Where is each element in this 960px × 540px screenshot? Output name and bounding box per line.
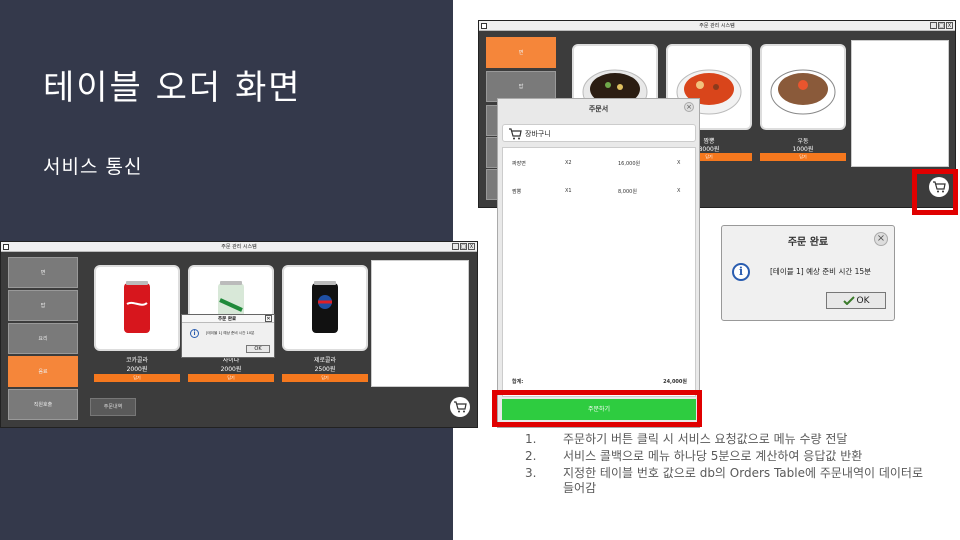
order-sheet-dialog: 주문서 × 장바구니 짜장면 X2 16,000원 X 짬뽕 X1 8,000원…	[497, 98, 700, 428]
order-complete-close-button[interactable]: ×	[874, 232, 888, 246]
small-info-icon: i	[190, 329, 199, 338]
total-label: 합계:	[512, 379, 524, 385]
maximize-button[interactable]: □	[460, 243, 467, 250]
top-window-title: 주문 관리 시스템	[699, 23, 735, 29]
app-window-icon	[481, 23, 487, 29]
small-dialog-message: [테이블 1] 예상 준비 시간 10분	[206, 331, 255, 335]
order-item-price: 8,000원	[618, 189, 637, 195]
product-card-cola[interactable]	[94, 265, 180, 351]
note-number: 3.	[525, 466, 537, 480]
sidebar-item-dish[interactable]: 요리	[8, 323, 78, 354]
minimize-button[interactable]: _	[452, 243, 459, 250]
close-button[interactable]: X	[468, 243, 475, 250]
pepsi-can-icon	[312, 281, 338, 333]
note-number: 1.	[525, 432, 537, 446]
note-item: 1. 주문하기 버튼 클릭 시 서비스 요청값으로 메뉴 수량 전달	[525, 432, 935, 447]
small-dialog-titlebar: 주문 완료 ✕	[182, 315, 274, 323]
empty-product-slot	[851, 40, 949, 167]
product-card-udon[interactable]	[760, 44, 846, 130]
order-list: 짜장면 X2 16,000원 X 짬뽕 X1 8,000원 X 합계: 24,0…	[502, 147, 696, 397]
order-item-name: 짬뽕	[512, 189, 522, 195]
small-dialog-close-button[interactable]: ✕	[265, 315, 272, 322]
sidebar-item-rice[interactable]: 밥	[8, 290, 78, 321]
top-sidebar-noodle[interactable]: 면	[486, 37, 556, 68]
slide-subtitle: 서비스 통신	[43, 156, 143, 178]
note-number: 2.	[525, 449, 537, 463]
cart-header: 장바구니	[502, 124, 696, 142]
remove-item-button[interactable]: X	[677, 160, 680, 166]
sidebar-label: 직원호출	[33, 402, 53, 408]
cart-label: 장바구니	[525, 130, 551, 138]
sidebar-item-call-staff[interactable]: 직원호출	[8, 389, 78, 420]
window-controls: _ □ X	[930, 22, 953, 29]
cola-can-icon	[124, 281, 150, 333]
minimize-button[interactable]: _	[930, 22, 937, 29]
close-button[interactable]: X	[946, 22, 953, 29]
note-text: 서비스 콜백으로 메뉴 하나당 5분으로 계산하여 응답값 반환	[563, 449, 863, 463]
maximize-button[interactable]: □	[938, 22, 945, 29]
order-sheet-title: 주문서	[588, 105, 609, 113]
sidebar-label: 밥	[518, 84, 524, 90]
top-window-titlebar: 주문 관리 시스템 _ □ X	[479, 21, 955, 31]
note-text: 지정한 테이블 번호 값으로 db의 Orders Table에 주문내역이 데…	[563, 466, 924, 495]
order-item-qty: X1	[565, 188, 572, 194]
product-card-zero-cola[interactable]	[282, 265, 368, 351]
product-price-udon: 1000원	[792, 146, 814, 153]
product-price-cola: 2000원	[126, 366, 148, 373]
checkmark-icon	[842, 296, 855, 305]
sidebar-label: 음료	[38, 369, 48, 375]
empty-product-slot	[371, 260, 469, 387]
order-history-button[interactable]: 주문내역	[90, 398, 136, 416]
product-name-cola: 코카콜라	[125, 357, 149, 364]
add-button-udon[interactable]: 담기	[760, 153, 846, 161]
note-item: 3. 지정한 테이블 번호 값으로 db의 Orders Table에 주문내역이…	[525, 466, 935, 496]
sidebar-label: 면	[518, 50, 524, 56]
order-row: 짬뽕 X1 8,000원 X	[503, 188, 697, 198]
order-complete-title: 주문 완료	[787, 237, 829, 248]
cart-button[interactable]	[450, 397, 470, 417]
sidebar-label: 면	[40, 270, 46, 276]
small-order-complete-dialog: 주문 완료 ✕ i [테이블 1] 예상 준비 시간 10분 OK	[181, 314, 275, 358]
sidebar-item-drink[interactable]: 음료	[8, 356, 78, 387]
order-item-name: 짜장면	[512, 161, 526, 167]
bottom-app-window: 주문 관리 시스템 _ □ X 면 밥 요리 음료 직원호출 코카콜라 2000…	[0, 241, 478, 428]
remove-item-button[interactable]: X	[677, 188, 680, 194]
cart-icon	[454, 401, 467, 413]
order-sheet-close-button[interactable]: ×	[684, 102, 694, 112]
bottom-window-title: 주문 관리 시스템	[221, 244, 257, 250]
product-price-zero-cola: 2500원	[314, 366, 336, 373]
window-controls: _ □ X	[452, 243, 475, 250]
order-row: 짜장면 X2 16,000원 X	[503, 160, 697, 170]
slide-title: 테이블 오더 화면	[43, 68, 302, 108]
add-button-sprite[interactable]: 담기	[188, 374, 274, 382]
small-ok-label: OK	[254, 346, 262, 352]
bottom-window-titlebar: 주문 관리 시스템 _ □ X	[1, 242, 477, 252]
add-button-zero-cola[interactable]: 담기	[282, 374, 368, 382]
shopping-cart-icon	[509, 128, 522, 140]
info-icon: i	[732, 263, 750, 281]
cart-highlight-box	[912, 169, 958, 215]
app-window-icon	[3, 244, 9, 250]
small-dialog-title: 주문 완료	[218, 317, 237, 322]
order-complete-ok-button[interactable]: OK	[826, 292, 886, 309]
product-name-zero-cola: 제로콜라	[313, 357, 337, 364]
udon-icon	[770, 69, 836, 115]
ok-label: OK	[856, 295, 870, 306]
note-text: 주문하기 버튼 클릭 시 서비스 요청값으로 메뉴 수량 전달	[563, 432, 848, 446]
sidebar-label: 밥	[40, 303, 46, 309]
order-complete-dialog: 주문 완료 × i [테이블 1] 예상 준비 시간 15분 OK	[721, 225, 895, 321]
sidebar-label: 요리	[38, 336, 48, 342]
order-item-qty: X2	[565, 160, 572, 166]
note-item: 2. 서비스 콜백으로 메뉴 하나당 5분으로 계산하여 응답값 반환	[525, 449, 935, 464]
small-dialog-ok-button[interactable]: OK	[246, 345, 270, 353]
add-button-cola[interactable]: 담기	[94, 374, 180, 382]
order-complete-message: [테이블 1] 예상 준비 시간 15분	[770, 267, 872, 276]
order-button-highlight-box	[492, 390, 702, 427]
implementation-notes: 1. 주문하기 버튼 클릭 시 서비스 요청값으로 메뉴 수량 전달 2. 서비스 …	[525, 432, 935, 498]
sidebar-item-noodle[interactable]: 면	[8, 257, 78, 288]
order-item-price: 16,000원	[618, 161, 641, 167]
product-price-sprite: 2000원	[220, 366, 242, 373]
total-value: 24,000원	[663, 379, 687, 385]
